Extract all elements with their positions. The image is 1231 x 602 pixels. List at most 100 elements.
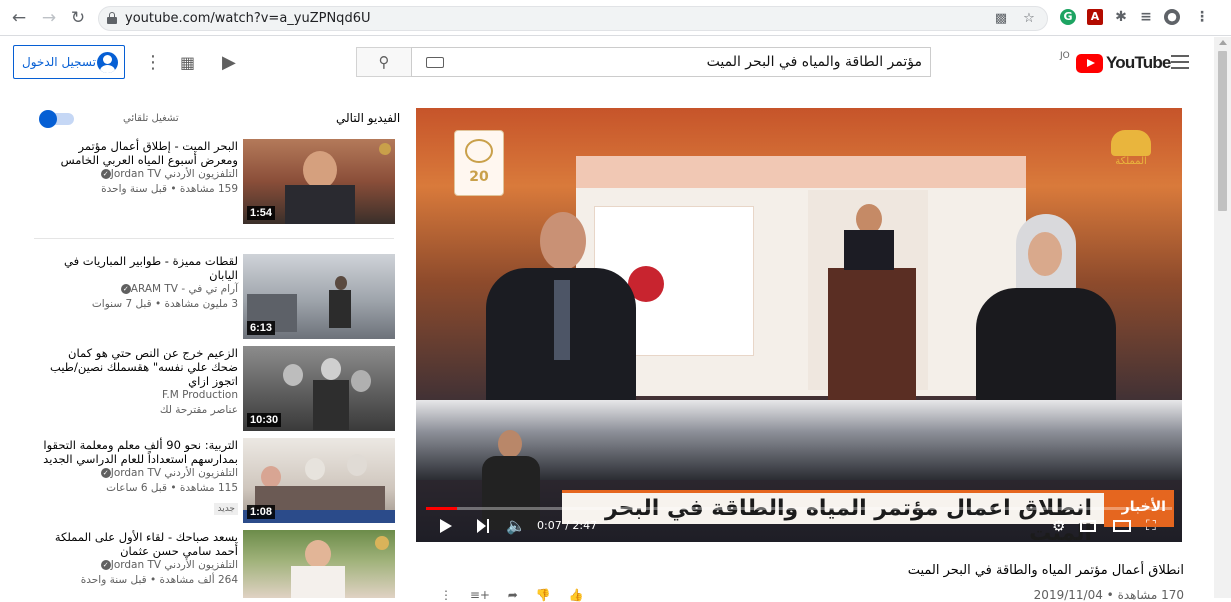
autoplay-label: تشغيل تلقائي bbox=[123, 113, 179, 124]
divider bbox=[34, 238, 394, 239]
video-stats: 264 ألف مشاهدة • قبل سنة واحدة bbox=[80, 574, 238, 586]
country-code: JO bbox=[1060, 51, 1070, 61]
video-title[interactable]: الزعيم خرج عن النص حتي هو كمان ضحك علي ن… bbox=[38, 346, 238, 388]
browser-menu-icon[interactable]: ⋮ bbox=[1194, 9, 1210, 25]
video-thumbnail[interactable]: 10:30 bbox=[243, 346, 395, 431]
youtube-play-icon bbox=[1076, 54, 1103, 73]
video-stats: عناصر مقترحة لك bbox=[159, 404, 238, 416]
video-title[interactable]: لقطات مميزة - طوابير المباريات في اليابا… bbox=[38, 254, 238, 282]
like-icon[interactable]: 👍 bbox=[568, 588, 583, 602]
share-icon[interactable]: ➦ bbox=[508, 588, 518, 602]
recommended-video[interactable]: 1:54 البحر الميت - إطلاق أعمال مؤتمر ومع… bbox=[34, 139, 395, 225]
url-text[interactable]: youtube.com/watch?v=a_yuZPNqd6U bbox=[125, 11, 370, 26]
reload-icon[interactable]: ↻ bbox=[67, 7, 89, 29]
next-video-icon[interactable] bbox=[477, 519, 491, 533]
time-total: 2:47 bbox=[572, 519, 598, 532]
account-icon bbox=[97, 52, 118, 73]
video-thumbnail[interactable]: 1:54 bbox=[243, 139, 395, 224]
extensions-puzzle-icon[interactable]: ✱ bbox=[1113, 9, 1129, 25]
settings-gear-icon[interactable]: ⚙ bbox=[1052, 516, 1065, 536]
up-next-heading: الفيديو التالي bbox=[336, 111, 401, 125]
bookmark-star-icon[interactable]: ☆ bbox=[1021, 11, 1037, 27]
apps-grid-icon[interactable]: ▦ bbox=[180, 54, 195, 72]
search-input[interactable] bbox=[452, 51, 922, 73]
dislike-icon[interactable]: 👎 bbox=[536, 588, 551, 602]
video-actions: ⋮ ≡+ ➦ 👎 👍 bbox=[440, 588, 583, 602]
new-badge: جديد bbox=[214, 503, 238, 515]
progress-bar[interactable] bbox=[426, 507, 1172, 510]
keyboard-icon[interactable] bbox=[426, 57, 444, 68]
more-actions-icon[interactable]: ⋮ bbox=[440, 588, 452, 602]
upload-date: 2019/11/04 bbox=[1033, 588, 1103, 602]
miniplayer-icon[interactable] bbox=[1080, 520, 1096, 532]
back-arrow-icon[interactable]: ← bbox=[8, 7, 30, 29]
video-title[interactable]: البحر الميت - إطلاق أعمال مؤتمر ومعرض أس… bbox=[38, 139, 238, 167]
video-title-main: انطلاق أعمال مؤتمر المياه والطاقة في الب… bbox=[907, 563, 1184, 578]
verified-check-icon: ✓ bbox=[100, 468, 111, 478]
background-screen bbox=[576, 156, 1026, 396]
fullscreen-icon[interactable]: ⛶ bbox=[1146, 516, 1156, 536]
reading-list-icon[interactable]: ≡ bbox=[1138, 9, 1154, 25]
view-count: 170 مشاهدة bbox=[1117, 588, 1184, 602]
search-icon: ⚲ bbox=[378, 53, 390, 71]
ticker-text: انطلاق اعمال مؤتمر المياه والطاقة في الب… bbox=[604, 496, 1092, 542]
channel-name[interactable]: التلفزيون الأردني Jordan TV bbox=[111, 168, 238, 180]
verified-check-icon: ✓ bbox=[100, 560, 111, 570]
browser-toolbar: ← → ↻ youtube.com/watch?v=a_yuZPNqd6U ▩ … bbox=[0, 0, 1231, 36]
time-display: 0:07 / 2:47 bbox=[537, 519, 598, 532]
autoplay-toggle[interactable] bbox=[39, 110, 74, 128]
verified-check-icon: ✓ bbox=[120, 284, 131, 294]
translate-icon[interactable]: ▩ bbox=[993, 11, 1009, 27]
verified-check-icon: ✓ bbox=[100, 169, 111, 179]
create-video-icon[interactable]: ▶ bbox=[222, 54, 236, 72]
theater-mode-icon[interactable] bbox=[1113, 520, 1131, 532]
channel-name[interactable]: التلفزيون الأردني Jordan TV bbox=[111, 467, 238, 479]
youtube-wordmark: YouTube bbox=[1106, 53, 1171, 72]
extension-pdf-icon[interactable]: A bbox=[1087, 9, 1103, 25]
video-thumbnail[interactable]: 6:13 bbox=[243, 254, 395, 339]
almamlaka-logo: المملكة bbox=[1102, 130, 1160, 184]
time-current: 0:07 bbox=[537, 519, 562, 532]
sign-in-label: تسجيل الدخول bbox=[22, 55, 96, 69]
channel-name[interactable]: F.M Production bbox=[162, 389, 238, 401]
channel-anniversary-logo: 20 bbox=[454, 130, 504, 196]
channel-name[interactable]: آرام تي في - ARAM TV bbox=[131, 283, 238, 295]
lock-icon bbox=[107, 12, 117, 24]
save-icon[interactable]: ≡+ bbox=[470, 588, 490, 602]
address-bar[interactable]: youtube.com/watch?v=a_yuZPNqd6U ▩ ☆ bbox=[98, 6, 1048, 31]
video-player[interactable]: 20 المملكة انطلاق اعمال مؤتمر المياه وال… bbox=[416, 108, 1182, 542]
video-stats: 115 مشاهدة • قبل 6 ساعات bbox=[106, 482, 238, 494]
scroll-up-arrow-icon[interactable] bbox=[1219, 40, 1227, 45]
video-duration: 1:54 bbox=[247, 206, 276, 220]
video-info: 170 مشاهدة • 2019/11/04 bbox=[1033, 588, 1184, 602]
video-thumbnail[interactable] bbox=[243, 530, 395, 598]
sign-in-button[interactable]: تسجيل الدخول bbox=[13, 45, 125, 79]
search-box[interactable] bbox=[411, 47, 931, 77]
channel-name[interactable]: التلفزيون الأردني Jordan TV bbox=[111, 559, 238, 571]
video-title[interactable]: يسعد صباحك - لقاء الأول على المملكة أحمد… bbox=[38, 530, 238, 558]
youtube-masthead: تسجيل الدخول ⋮ ▦ ▶ ⚲ JO YouTube bbox=[0, 37, 1213, 89]
scrollbar-thumb[interactable] bbox=[1218, 51, 1227, 211]
video-duration: 6:13 bbox=[247, 321, 276, 335]
page-scrollbar[interactable] bbox=[1214, 37, 1231, 598]
youtube-logo[interactable]: JO YouTube bbox=[1060, 51, 1171, 74]
forward-arrow-icon[interactable]: → bbox=[38, 7, 60, 29]
volume-icon[interactable]: 🔈 bbox=[506, 516, 526, 536]
play-icon[interactable] bbox=[440, 519, 452, 533]
video-stats: 3 مليون مشاهدة • قبل 7 سنوات bbox=[91, 298, 238, 310]
video-duration: 10:30 bbox=[247, 413, 282, 427]
recommended-video[interactable]: 10:30 الزعيم خرج عن النص حتي هو كمان ضحك… bbox=[34, 346, 395, 432]
video-duration: 1:08 bbox=[247, 505, 276, 519]
settings-dots-icon[interactable]: ⋮ bbox=[144, 54, 162, 72]
extension-green-icon[interactable]: G bbox=[1060, 9, 1076, 25]
video-thumbnail[interactable]: 1:08 bbox=[243, 438, 395, 523]
profile-icon[interactable]: ● bbox=[1164, 9, 1180, 25]
video-stats: 159 مشاهدة • قبل سنة واحدة bbox=[101, 183, 238, 195]
recommended-video[interactable]: يسعد صباحك - لقاء الأول على المملكة أحمد… bbox=[34, 530, 395, 598]
guide-menu-icon[interactable] bbox=[1171, 55, 1189, 69]
video-title[interactable]: التربية: نحو 90 ألف معلم ومعلمة التحقوا … bbox=[38, 438, 238, 466]
toggle-knob bbox=[39, 110, 57, 128]
recommended-video[interactable]: 6:13 لقطات مميزة - طوابير المباريات في ا… bbox=[34, 254, 395, 340]
recommended-video[interactable]: 1:08 التربية: نحو 90 ألف معلم ومعلمة الت… bbox=[34, 438, 395, 524]
search-button[interactable]: ⚲ bbox=[356, 47, 412, 77]
